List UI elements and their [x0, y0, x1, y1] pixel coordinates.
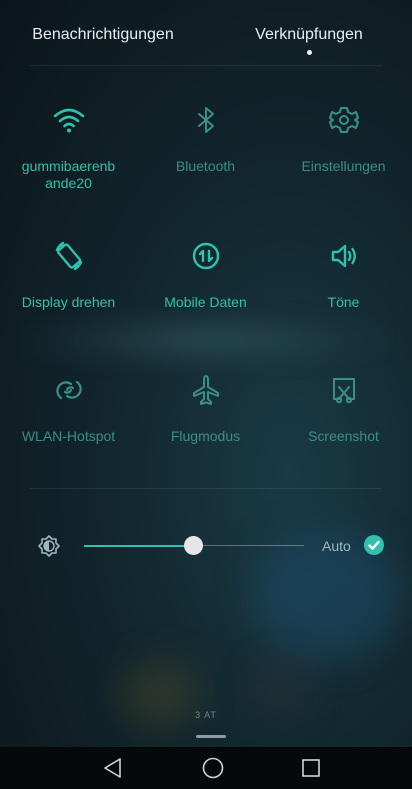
toggle-einstellungen[interactable]: Einstellungen: [275, 100, 412, 210]
carrier-text: 3 AT: [195, 710, 217, 720]
toggle-mobile-daten[interactable]: Mobile Daten: [137, 236, 274, 346]
tab-label: Benachrichtigungen: [32, 26, 174, 43]
navigation-bar: [0, 747, 412, 789]
speaker-icon: [324, 236, 364, 276]
rotate-screen-icon: [49, 236, 89, 276]
toggle-label: Display drehen: [21, 294, 116, 310]
brightness-icon: [38, 535, 60, 557]
toggle-label: Mobile Daten: [164, 294, 247, 310]
toggle-label: gummibaerenb ande20: [21, 158, 116, 191]
brightness-slider-thumb[interactable]: [184, 536, 203, 555]
bluetooth-icon: [186, 100, 226, 140]
toggle-label: Töne: [327, 294, 360, 310]
hotspot-icon: [49, 370, 89, 410]
toggle-label: Flugmodus: [170, 428, 241, 444]
airplane-icon: [186, 370, 226, 410]
home-icon[interactable]: [199, 754, 227, 782]
active-tab-indicator: [307, 50, 312, 55]
mobile-data-icon: [186, 236, 226, 276]
tab-benachrichtigungen[interactable]: Benachrichtigungen: [0, 0, 206, 62]
section-divider: [30, 488, 382, 489]
brightness-track-filled: [84, 545, 194, 547]
toggle-label: Einstellungen: [301, 158, 386, 174]
back-icon[interactable]: [99, 754, 127, 782]
toggle-bluetooth[interactable]: Bluetooth: [137, 100, 274, 210]
brightness-row: Auto: [0, 530, 412, 562]
toggle-label: Screenshot: [308, 428, 379, 444]
toggle-label: WLAN-Hotspot: [21, 428, 116, 444]
brightness-track[interactable]: [194, 545, 304, 546]
toggle-screenshot[interactable]: Screenshot: [275, 370, 412, 480]
tab-label: Verknüpfungen: [255, 26, 363, 43]
auto-brightness-checkbox[interactable]: [364, 535, 384, 555]
toggle-wlan-hotspot[interactable]: WLAN-Hotspot: [0, 370, 137, 480]
auto-brightness-label: Auto: [322, 538, 351, 554]
tab-bar: Benachrichtigungen Verknüpfungen: [0, 0, 412, 62]
screenshot-icon: [324, 370, 364, 410]
toggle-display-drehen[interactable]: Display drehen: [0, 236, 137, 346]
gear-icon: [324, 100, 364, 140]
toggle-toene[interactable]: Töne: [275, 236, 412, 346]
toggle-flugmodus[interactable]: Flugmodus: [137, 370, 274, 480]
recents-icon[interactable]: [297, 754, 325, 782]
drag-handle[interactable]: [196, 735, 226, 738]
toggle-label: Bluetooth: [175, 158, 236, 174]
checkmark-icon: [368, 540, 380, 550]
tab-verknuepfungen[interactable]: Verknüpfungen: [206, 0, 412, 62]
tab-divider: [30, 65, 382, 66]
toggle-wlan[interactable]: gummibaerenb ande20: [0, 100, 137, 210]
wifi-icon: [49, 100, 89, 140]
